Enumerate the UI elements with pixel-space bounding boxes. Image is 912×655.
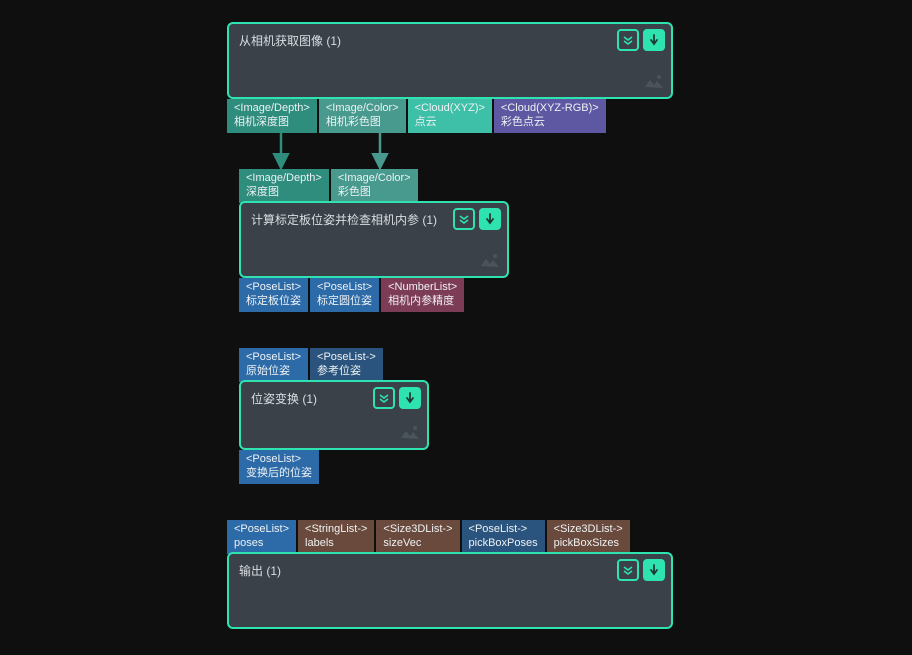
node3-outputs: <PoseList>变换后的位姿 [239,450,319,484]
node-title: 位姿变换 (1) [251,392,317,406]
output-port-boardpose[interactable]: <PoseList>标定板位姿 [239,278,308,312]
output-port-depth[interactable]: <Image/Depth>相机深度图 [227,99,317,133]
output-port-cloud[interactable]: <Cloud(XYZ)>点云 [408,99,492,133]
input-port-color[interactable]: <Image/Color>彩色图 [331,169,418,203]
collapse-button[interactable] [617,559,639,581]
node-output[interactable]: 输出 (1) [227,552,673,629]
output-port-cloud-rgb[interactable]: <Cloud(XYZ-RGB)>彩色点云 [494,99,606,133]
input-port-refpose[interactable]: <PoseList->参考位姿 [310,348,383,382]
node2-outputs: <PoseList>标定板位姿 <PoseList>标定圆位姿 <NumberL… [239,278,464,312]
input-port-pickboxsizes[interactable]: <Size3DList->pickBoxSizes [547,520,630,554]
image-placeholder-icon [479,251,501,272]
input-port-pickboxposes[interactable]: <PoseList->pickBoxPoses [462,520,545,554]
image-placeholder-icon [643,72,665,93]
input-port-depth[interactable]: <Image/Depth>深度图 [239,169,329,203]
run-button[interactable] [399,387,421,409]
input-port-origpose[interactable]: <PoseList>原始位姿 [239,348,308,382]
input-port-labels[interactable]: <StringList->labels [298,520,374,554]
run-button[interactable] [643,29,665,51]
node1-outputs: <Image/Depth>相机深度图 <Image/Color>相机彩色图 <C… [227,99,606,133]
output-port-color[interactable]: <Image/Color>相机彩色图 [319,99,406,133]
node-title: 输出 (1) [239,564,281,578]
input-port-sizevec[interactable]: <Size3DList->sizeVec [376,520,459,554]
run-button[interactable] [479,208,501,230]
node2-inputs: <Image/Depth>深度图 <Image/Color>彩色图 [239,169,418,203]
run-button[interactable] [643,559,665,581]
node-calib-pose[interactable]: 计算标定板位姿并检查相机内参 (1) [239,201,509,278]
node-title: 从相机获取图像 (1) [239,34,341,48]
node-title: 计算标定板位姿并检查相机内参 (1) [251,213,437,227]
graph-canvas[interactable]: 从相机获取图像 (1) <Image/Depth>相机深度图 <Image/Co… [0,0,912,655]
output-port-accuracy[interactable]: <NumberList>相机内参精度 [381,278,464,312]
collapse-button[interactable] [373,387,395,409]
collapse-button[interactable] [617,29,639,51]
output-port-circlepose[interactable]: <PoseList>标定圆位姿 [310,278,379,312]
node-pose-transform[interactable]: 位姿变换 (1) [239,380,429,450]
node4-inputs: <PoseList>poses <StringList->labels <Siz… [227,520,630,554]
node3-inputs: <PoseList>原始位姿 <PoseList->参考位姿 [239,348,383,382]
collapse-button[interactable] [453,208,475,230]
image-placeholder-icon [399,423,421,444]
input-port-poses[interactable]: <PoseList>poses [227,520,296,554]
output-port-transformed[interactable]: <PoseList>变换后的位姿 [239,450,319,484]
node-capture-camera[interactable]: 从相机获取图像 (1) [227,22,673,99]
